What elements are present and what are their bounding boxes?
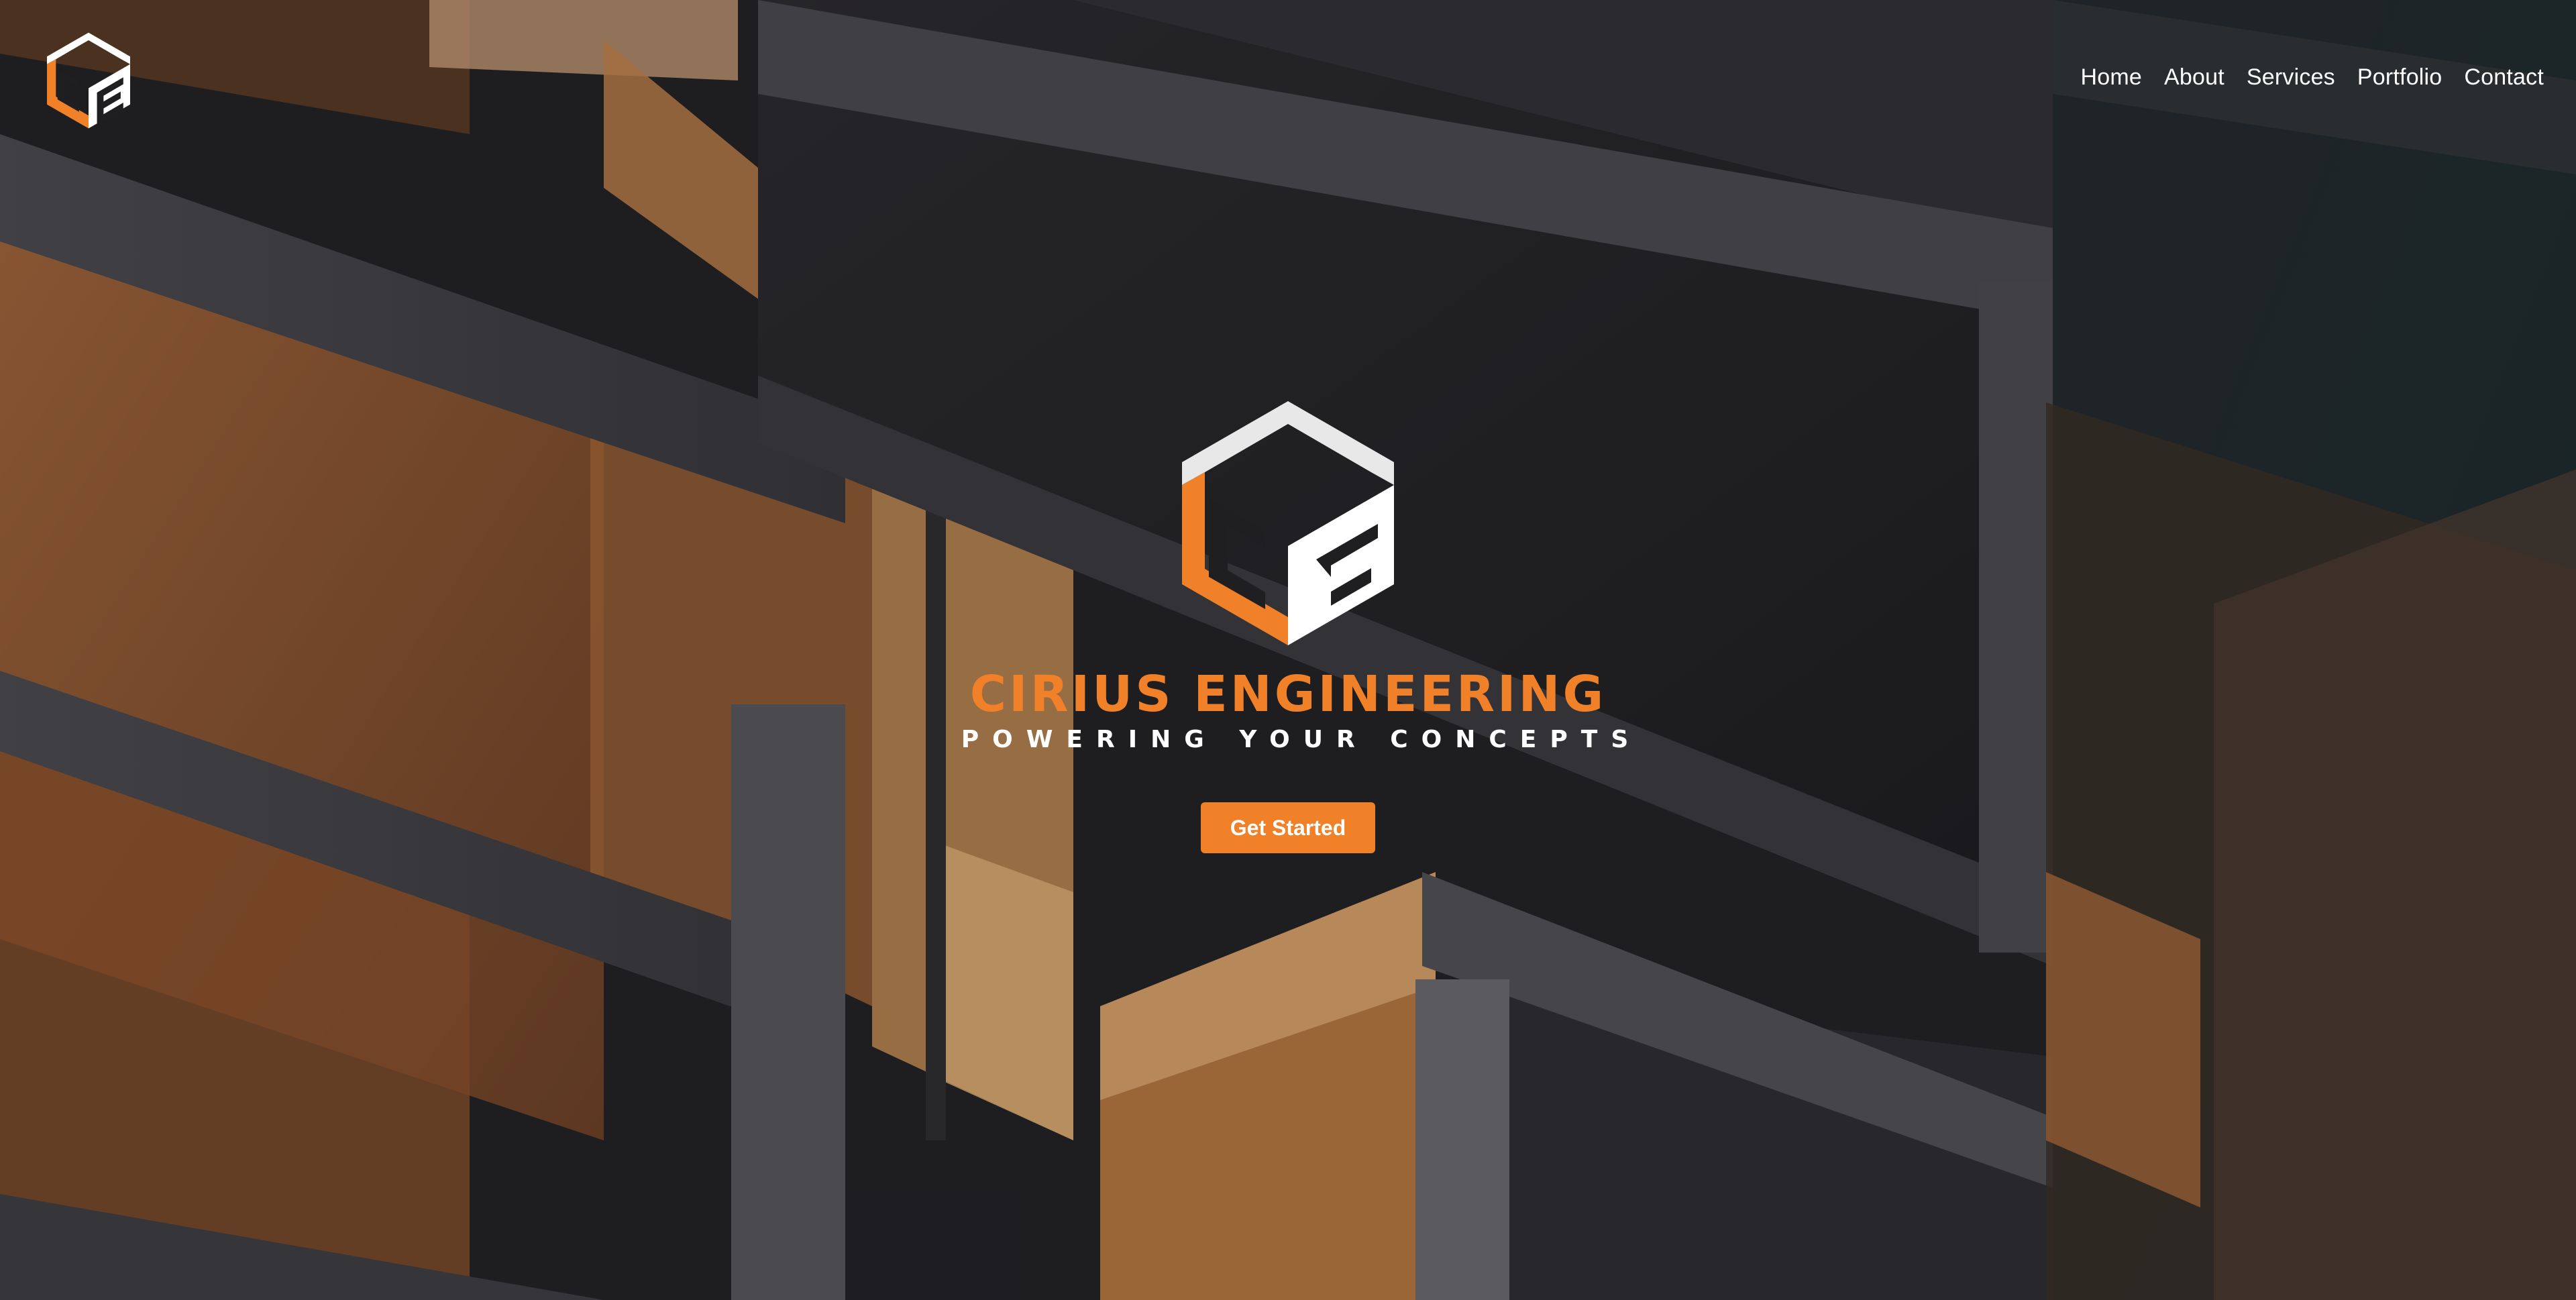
get-started-button[interactable]: Get Started xyxy=(1201,802,1375,853)
hero-background-image xyxy=(0,0,2576,1300)
nav-link-home[interactable]: Home xyxy=(2081,64,2143,91)
nav-link-about[interactable]: About xyxy=(2164,64,2224,91)
nav-link-services[interactable]: Services xyxy=(2247,64,2335,91)
hero-section: Home About Services Portfolio Contact CI… xyxy=(0,0,2576,1300)
tagline: POWERING YOUR CONCEPTS xyxy=(961,726,1642,753)
brand-name: CIRIUS ENGINEERING xyxy=(969,665,1607,723)
nav-link-portfolio[interactable]: Portfolio xyxy=(2357,64,2443,91)
nav-link-contact[interactable]: Contact xyxy=(2464,64,2544,91)
ce-cube-logo-icon xyxy=(1182,401,1394,645)
main-nav: Home About Services Portfolio Contact xyxy=(2059,64,2544,91)
ce-cube-logo-icon[interactable] xyxy=(47,32,130,129)
